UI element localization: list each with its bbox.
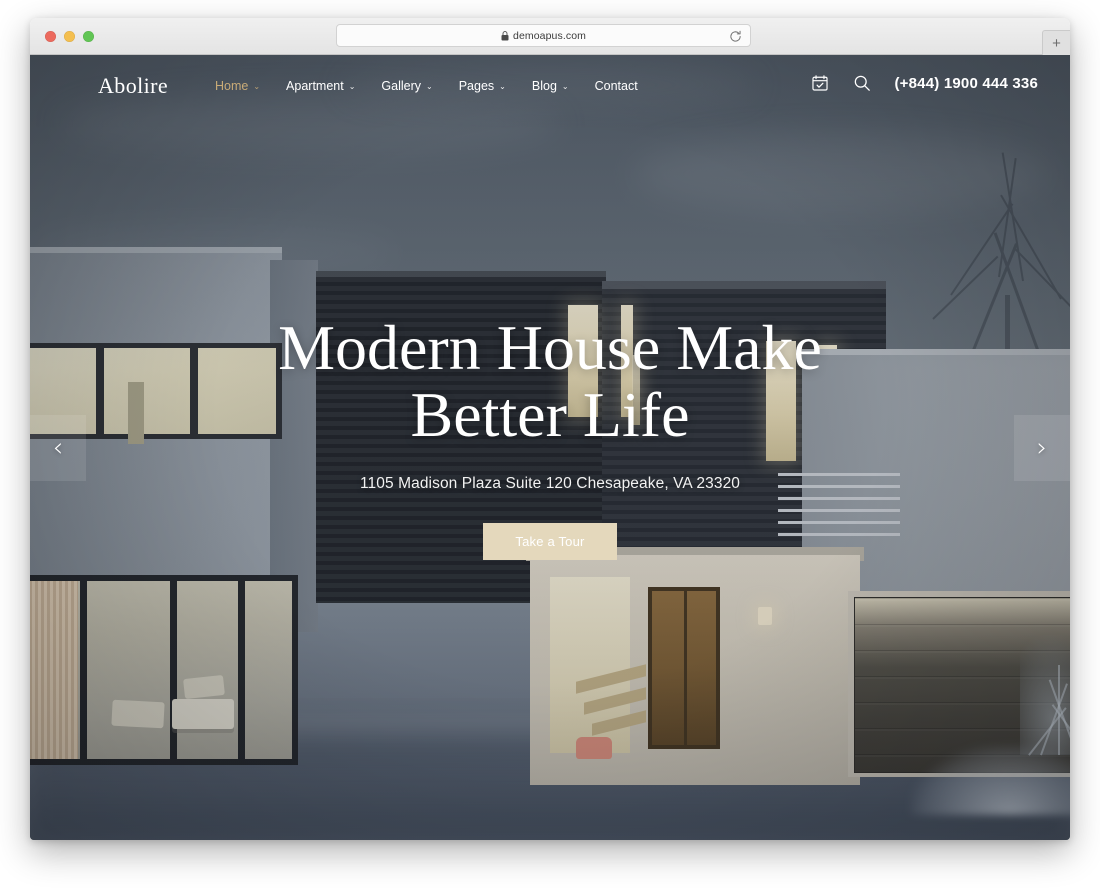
nav-item-apartment[interactable]: Apartment ⌄ [286, 79, 355, 93]
new-tab-button[interactable]: + [1042, 30, 1070, 55]
chevron-down-icon: ⌄ [348, 82, 356, 91]
nav-label: Apartment [286, 79, 344, 93]
url-text: demoapus.com [513, 29, 586, 42]
page-viewport: Abolire Home ⌄ Apartment ⌄ Gallery ⌄ Pag… [30, 55, 1070, 840]
browser-chrome: demoapus.com + [30, 18, 1070, 55]
nav-item-blog[interactable]: Blog ⌄ [532, 79, 569, 93]
header-right-group: (+844) 1900 444 336 [810, 73, 1038, 93]
maximize-window-button[interactable] [83, 31, 94, 42]
nav-label: Home [215, 79, 249, 93]
close-window-button[interactable] [45, 31, 56, 42]
window-traffic-lights [45, 31, 94, 42]
main-navigation: Home ⌄ Apartment ⌄ Gallery ⌄ Pages ⌄ Blo… [215, 79, 638, 93]
reload-icon[interactable] [729, 30, 742, 43]
nav-item-contact[interactable]: Contact [595, 79, 638, 93]
chevron-down-icon: ⌄ [561, 82, 569, 91]
url-display: demoapus.com [501, 30, 586, 42]
hero-content: Modern House Make Better Life 1105 Madis… [30, 55, 1070, 840]
nav-item-pages[interactable]: Pages ⌄ [459, 79, 506, 93]
new-tab-label: + [1052, 34, 1061, 52]
take-a-tour-button[interactable]: Take a Tour [483, 522, 617, 560]
slider-next-arrow[interactable]: › [1014, 414, 1070, 481]
chevron-down-icon: ⌄ [499, 82, 506, 91]
chevron-down-icon: ⌄ [426, 82, 433, 91]
hero-title: Modern House Make Better Life [278, 315, 822, 448]
nav-label: Blog [531, 79, 557, 93]
search-icon[interactable] [852, 73, 872, 93]
browser-window: demoapus.com + Abolire Home ⌄ Apartment … [30, 18, 1070, 840]
header-phone-number[interactable]: (+844) 1900 444 336 [894, 75, 1038, 92]
site-logo[interactable]: Abolire [98, 73, 168, 99]
hero-subtitle: 1105 Madison Plaza Suite 120 Chesapeake,… [359, 474, 741, 492]
nav-label: Pages [458, 79, 495, 93]
hero-title-line-1: Modern House Make [278, 312, 822, 384]
lock-icon [501, 30, 509, 40]
address-bar[interactable]: demoapus.com [336, 24, 751, 47]
nav-item-home[interactable]: Home ⌄ [215, 79, 260, 93]
chevron-left-icon: ‹ [52, 432, 64, 463]
chevron-right-icon: › [1036, 432, 1048, 463]
nav-label: Gallery [381, 79, 422, 93]
nav-item-gallery[interactable]: Gallery ⌄ [381, 79, 432, 93]
hero-title-line-2: Better Life [410, 379, 690, 450]
site-header: Abolire Home ⌄ Apartment ⌄ Gallery ⌄ Pag… [30, 55, 1070, 123]
minimize-window-button[interactable] [64, 31, 75, 42]
chevron-down-icon: ⌄ [253, 82, 261, 91]
slider-prev-arrow[interactable]: ‹ [30, 414, 86, 481]
nav-label: Contact [594, 79, 638, 93]
calendar-check-icon[interactable] [810, 73, 830, 93]
